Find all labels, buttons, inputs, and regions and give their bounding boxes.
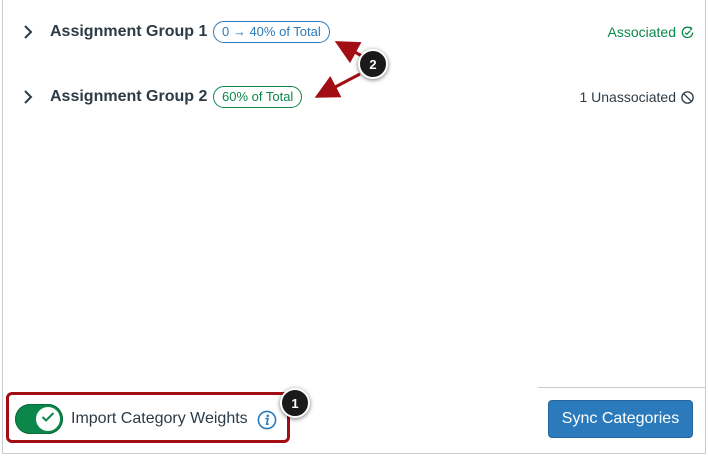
weight-badge: 0 → 40% of Total [213, 21, 330, 43]
category-sync-panel: Assignment Group 1 0 → 40% of Total Asso… [2, 0, 706, 454]
checkmark-icon [41, 410, 55, 428]
import-weights-toggle[interactable] [15, 404, 63, 434]
assignment-group-row: Assignment Group 2 60% of Total 1 Unasso… [3, 77, 707, 117]
chevron-right-icon[interactable] [21, 25, 35, 39]
toggle-knob [36, 407, 60, 431]
prohibited-icon [680, 90, 695, 105]
callout-badge: 1 [280, 388, 310, 418]
assignment-group-name: Assignment Group 1 [50, 23, 208, 40]
sync-check-icon [680, 25, 695, 40]
status-label: 1 Unassociated [579, 89, 676, 105]
footer-divider [538, 387, 706, 388]
status-associated: Associated [608, 24, 695, 40]
info-icon[interactable] [257, 410, 277, 430]
weight-badge: 60% of Total [213, 86, 303, 108]
callout-badge: 2 [358, 49, 388, 79]
toggle-label: Import Category Weights [71, 410, 248, 427]
assignment-group-row: Assignment Group 1 0 → 40% of Total Asso… [3, 12, 707, 52]
status-unassociated: 1 Unassociated [579, 89, 695, 105]
chevron-right-icon[interactable] [21, 90, 35, 104]
sync-categories-button[interactable]: Sync Categories [548, 400, 693, 438]
status-label: Associated [607, 24, 676, 40]
assignment-group-name: Assignment Group 2 [50, 88, 208, 105]
